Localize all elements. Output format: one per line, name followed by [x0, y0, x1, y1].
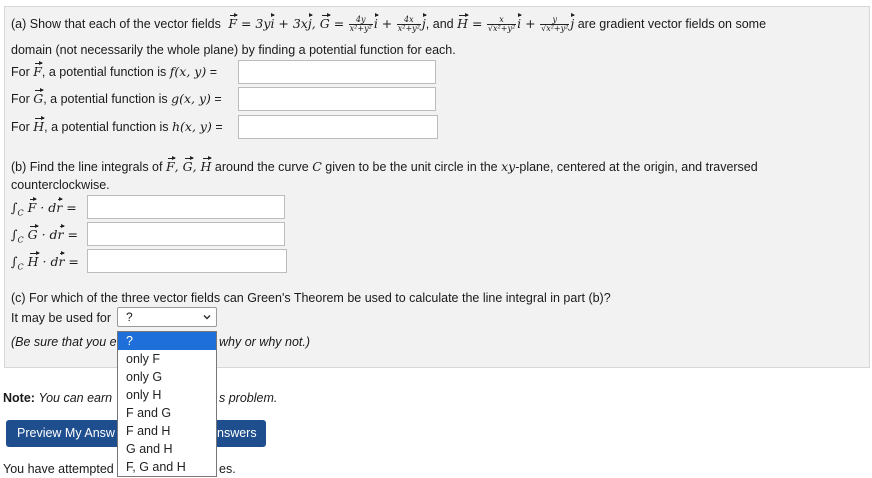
attempted-suffix: es.: [219, 462, 236, 476]
option-only-H[interactable]: only H: [118, 386, 216, 404]
submit-label: nswers: [217, 426, 257, 440]
note-prefix: You can earn: [38, 391, 113, 405]
note-line: Note: You can earn: [3, 390, 112, 406]
part-a-intro: (a) Show that each of the vector fields …: [11, 13, 767, 34]
attempted-prefix: You have attempted: [3, 462, 114, 476]
option-G-and-H[interactable]: G and H: [118, 440, 216, 458]
preview-label: Preview My Answ: [17, 426, 115, 440]
G-frac-1: 4y x²+y²: [348, 15, 373, 34]
note-suffix: s problem.: [219, 391, 278, 405]
part-c-question: (c) For which of the three vector fields…: [11, 291, 611, 305]
option-F-G-and-H[interactable]: F, G and H: [118, 458, 216, 476]
integral-G-label: ∫C G · dr =: [11, 224, 78, 245]
note-label: Note:: [3, 391, 35, 405]
chevron-down-icon: [203, 314, 211, 320]
option-F-and-G[interactable]: F and G: [118, 404, 216, 422]
h-label: For H, a potential function is h(x, y) =: [11, 116, 223, 134]
G-frac-2: 4x x²+y²: [396, 15, 421, 34]
f-label: For F, a potential function is f(x, y) =: [11, 61, 218, 79]
explain-prefix: (Be sure that you e: [11, 335, 117, 349]
part-b-intro: (b) Find the line integrals of F, G, H a…: [11, 156, 758, 174]
g-label: For G, a potential function is g(x, y) =: [11, 88, 222, 106]
option-F-and-H[interactable]: F and H: [118, 422, 216, 440]
H-frac-1: x √x²+y²: [486, 15, 517, 34]
integral-H-label: ∫C H · dr =: [11, 251, 79, 272]
g-answer-input[interactable]: [238, 87, 436, 111]
explain-suffix: why or why not.): [219, 335, 311, 349]
option-only-G[interactable]: only G: [118, 368, 216, 386]
select-value: ?: [126, 310, 133, 324]
integral-F-input[interactable]: [87, 195, 285, 219]
option-only-F[interactable]: only F: [118, 350, 216, 368]
h-answer-input[interactable]: [238, 115, 438, 139]
integral-F-label: ∫C F · dr =: [11, 197, 77, 218]
green-theorem-select[interactable]: ?: [117, 307, 217, 327]
used-for-label: It may be used for: [11, 311, 112, 325]
integral-H-input[interactable]: [87, 249, 287, 273]
f-answer-input[interactable]: [238, 60, 436, 84]
part-a-intro-line2: domain (not necessarily the whole plane)…: [11, 43, 456, 57]
H-frac-2: y √x²+y²: [540, 15, 570, 34]
green-theorem-options[interactable]: ? only F only G only H F and G F and H G…: [117, 331, 217, 477]
option-unselected[interactable]: ?: [118, 332, 216, 350]
integral-G-input[interactable]: [87, 222, 285, 246]
part-b-intro-line2: counterclockwise.: [11, 178, 110, 192]
